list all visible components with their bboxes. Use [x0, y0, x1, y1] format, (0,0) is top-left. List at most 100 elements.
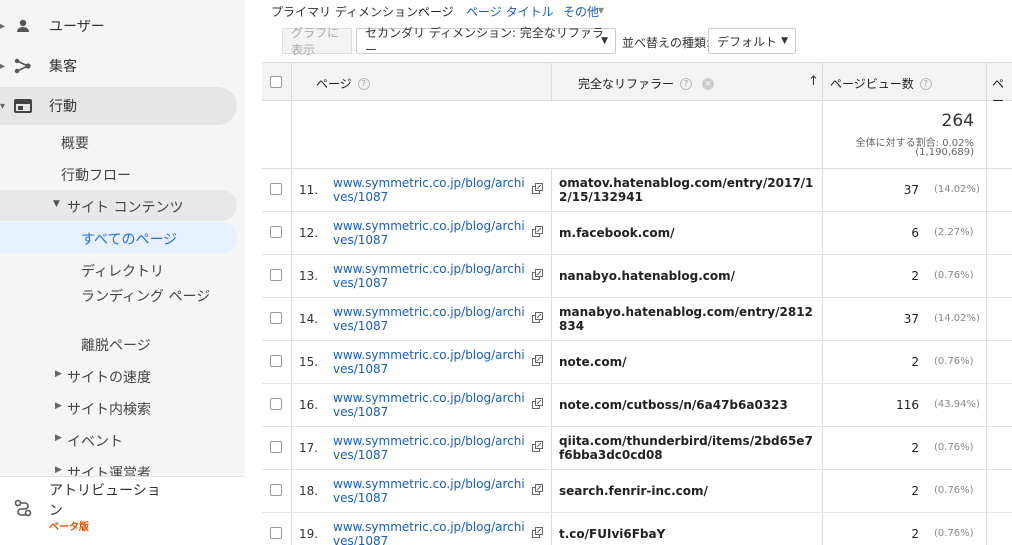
help-icon[interactable]: ?	[357, 77, 370, 90]
row-divider	[551, 513, 552, 545]
table-row: 17. www.symmetric.co.jp/blog/archives/108…	[262, 427, 1012, 470]
primary-dimension-page-title[interactable]: ページ タイトル	[466, 3, 554, 20]
row-checkbox[interactable]	[270, 355, 282, 367]
row-number: 14.	[299, 312, 319, 326]
sort-type-select[interactable]: デフォルト ▼	[708, 28, 796, 54]
page-link[interactable]: www.symmetric.co.jp/blog/archives/1087	[333, 219, 531, 247]
header-page-label: ページ	[316, 77, 352, 91]
row-divider	[822, 513, 823, 545]
row-checkbox[interactable]	[270, 226, 282, 238]
row-divider	[822, 255, 823, 297]
open-link-icon[interactable]	[532, 441, 543, 452]
caret-right-icon: ▶	[55, 465, 62, 475]
totals-row: 264 全体に対する割合: 0.02% (1,190,689)	[262, 101, 1012, 169]
analytics-page: ▸ ユーザー ▸ 集客 ▾ 行動 概要 行動フロー ▼ サイト コンテンツ すべ…	[0, 0, 1012, 545]
pageviews-percent: (2.27%)	[934, 227, 974, 238]
sidebar-sub-events[interactable]: イベント	[67, 431, 123, 451]
sidebar-sub-overview[interactable]: 概要	[61, 133, 89, 153]
row-checkbox[interactable]	[270, 183, 282, 195]
page-link[interactable]: www.symmetric.co.jp/blog/archives/1087	[333, 262, 531, 290]
referrer-cell: manabyo.hatenablog.com/entry/2812834	[559, 305, 813, 333]
row-checkbox[interactable]	[270, 484, 282, 496]
open-link-icon[interactable]	[532, 527, 543, 538]
table-row: 12. www.symmetric.co.jp/blog/archives/108…	[262, 212, 1012, 255]
row-checkbox[interactable]	[270, 398, 282, 410]
sidebar-sub-all-pages[interactable]: すべてのページ	[81, 229, 177, 249]
sidebar-sub-site-speed[interactable]: サイトの速度	[67, 367, 151, 387]
row-number: 19.	[299, 527, 319, 541]
sidebar-sub-landing-pages[interactable]: ランディング ページ	[81, 287, 211, 307]
pageviews-percent: (14.02%)	[934, 313, 980, 324]
row-checkbox[interactable]	[270, 527, 282, 539]
sidebar-sub-directory[interactable]: ディレクトリ	[81, 261, 164, 281]
select-all-checkbox[interactable]	[270, 76, 282, 88]
page-link[interactable]: www.symmetric.co.jp/blog/archives/1087	[333, 434, 531, 462]
table-row: 11. www.symmetric.co.jp/blog/archives/108…	[262, 169, 1012, 212]
primary-dimension-page[interactable]: ページ	[418, 3, 454, 20]
caret-right-icon: ▶	[55, 433, 62, 443]
row-divider	[551, 470, 552, 512]
row-checkbox[interactable]	[270, 441, 282, 453]
referrer-cell: note.com/	[559, 355, 627, 369]
page-link[interactable]: www.symmetric.co.jp/blog/archives/1087	[333, 348, 531, 376]
open-link-icon[interactable]	[532, 183, 543, 194]
chevron-down-icon: ▼	[598, 6, 605, 15]
referrer-cell: nanabyo.hatenablog.com/	[559, 269, 735, 283]
caret-down-icon: ▼	[53, 199, 60, 209]
remove-dimension-icon[interactable]: ×	[702, 77, 715, 90]
primary-dimension-bar: プライマリ ディメンション: ページ ページ タイトル その他 ▼	[262, 0, 1012, 22]
sidebar-attribution[interactable]: アトリビューション ベータ版	[0, 476, 245, 545]
open-link-icon[interactable]	[532, 484, 543, 495]
row-checkbox[interactable]	[270, 269, 282, 281]
sidebar-sub-site-content[interactable]: サイト コンテンツ	[67, 197, 183, 217]
row-divider	[822, 341, 823, 383]
chevron-down-icon: ▼	[781, 36, 788, 46]
sidebar-sub-site-search[interactable]: サイト内検索	[67, 399, 151, 419]
header-divider	[986, 63, 987, 100]
report-table: ページ ? 完全なリファラー ? × ↑ ページビュー数 ? ペー	[262, 62, 1012, 545]
header-pageviews[interactable]: ページビュー数 ?	[830, 75, 932, 92]
open-link-icon[interactable]	[532, 398, 543, 409]
pageviews-percent: (14.02%)	[934, 184, 980, 195]
pageviews-percent: (43.94%)	[934, 399, 980, 410]
table-row: 13. www.symmetric.co.jp/blog/archives/108…	[262, 255, 1012, 298]
row-number: 15.	[299, 355, 319, 369]
header-page[interactable]: ページ ?	[316, 75, 370, 92]
row-divider	[986, 298, 987, 340]
row-divider	[822, 212, 823, 254]
plot-rows-button[interactable]: グラフに表示	[282, 26, 352, 57]
sidebar-item-users[interactable]: ▸ ユーザー	[0, 8, 245, 44]
sidebar-sub-behavior-flow[interactable]: 行動フロー	[61, 165, 131, 185]
row-checkbox[interactable]	[270, 312, 282, 324]
sidebar-item-acquisition[interactable]: ▸ 集客	[0, 48, 245, 84]
header-referrer[interactable]: 完全なリファラー ? ×	[578, 75, 715, 92]
sort-arrow-up-icon[interactable]: ↑	[808, 74, 819, 89]
open-link-icon[interactable]	[532, 269, 543, 280]
referrer-cell: omatov.hatenablog.com/entry/2017/12/15/1…	[559, 176, 814, 204]
open-link-icon[interactable]	[532, 226, 543, 237]
referrer-cell: note.com/cutboss/n/6a47b6a0323	[559, 398, 788, 412]
help-icon[interactable]: ?	[919, 77, 932, 90]
page-link[interactable]: www.symmetric.co.jp/blog/archives/1087	[333, 520, 531, 545]
open-link-icon[interactable]	[532, 355, 543, 366]
table-header: ページ ? 完全なリファラー ? × ↑ ページビュー数 ? ペー	[262, 63, 1012, 108]
sidebar-item-behavior[interactable]: ▾ 行動	[0, 88, 245, 124]
caret-right-icon: ▸	[0, 20, 6, 32]
chevron-down-icon: ▼	[601, 36, 608, 46]
page-link[interactable]: www.symmetric.co.jp/blog/archives/1087	[333, 305, 531, 333]
row-divider	[291, 427, 292, 469]
pageviews-value: 2	[911, 527, 919, 541]
open-link-icon[interactable]	[532, 312, 543, 323]
secondary-dimension-select[interactable]: セカンダリ ディメンション: 完全なリファラー ▼	[356, 26, 616, 57]
page-link[interactable]: www.symmetric.co.jp/blog/archives/1087	[333, 176, 531, 204]
row-divider	[551, 212, 552, 254]
page-link[interactable]: www.symmetric.co.jp/blog/archives/1087	[333, 477, 531, 505]
help-icon[interactable]: ?	[680, 77, 693, 90]
primary-dimension-other[interactable]: その他	[563, 3, 599, 20]
row-number: 17.	[299, 441, 319, 455]
row-divider	[551, 384, 552, 426]
page-link[interactable]: www.symmetric.co.jp/blog/archives/1087	[333, 391, 531, 419]
sidebar-sub-exit-pages[interactable]: 離脱ページ	[81, 335, 151, 355]
table-row: 15. www.symmetric.co.jp/blog/archives/108…	[262, 341, 1012, 384]
row-divider	[986, 513, 987, 545]
